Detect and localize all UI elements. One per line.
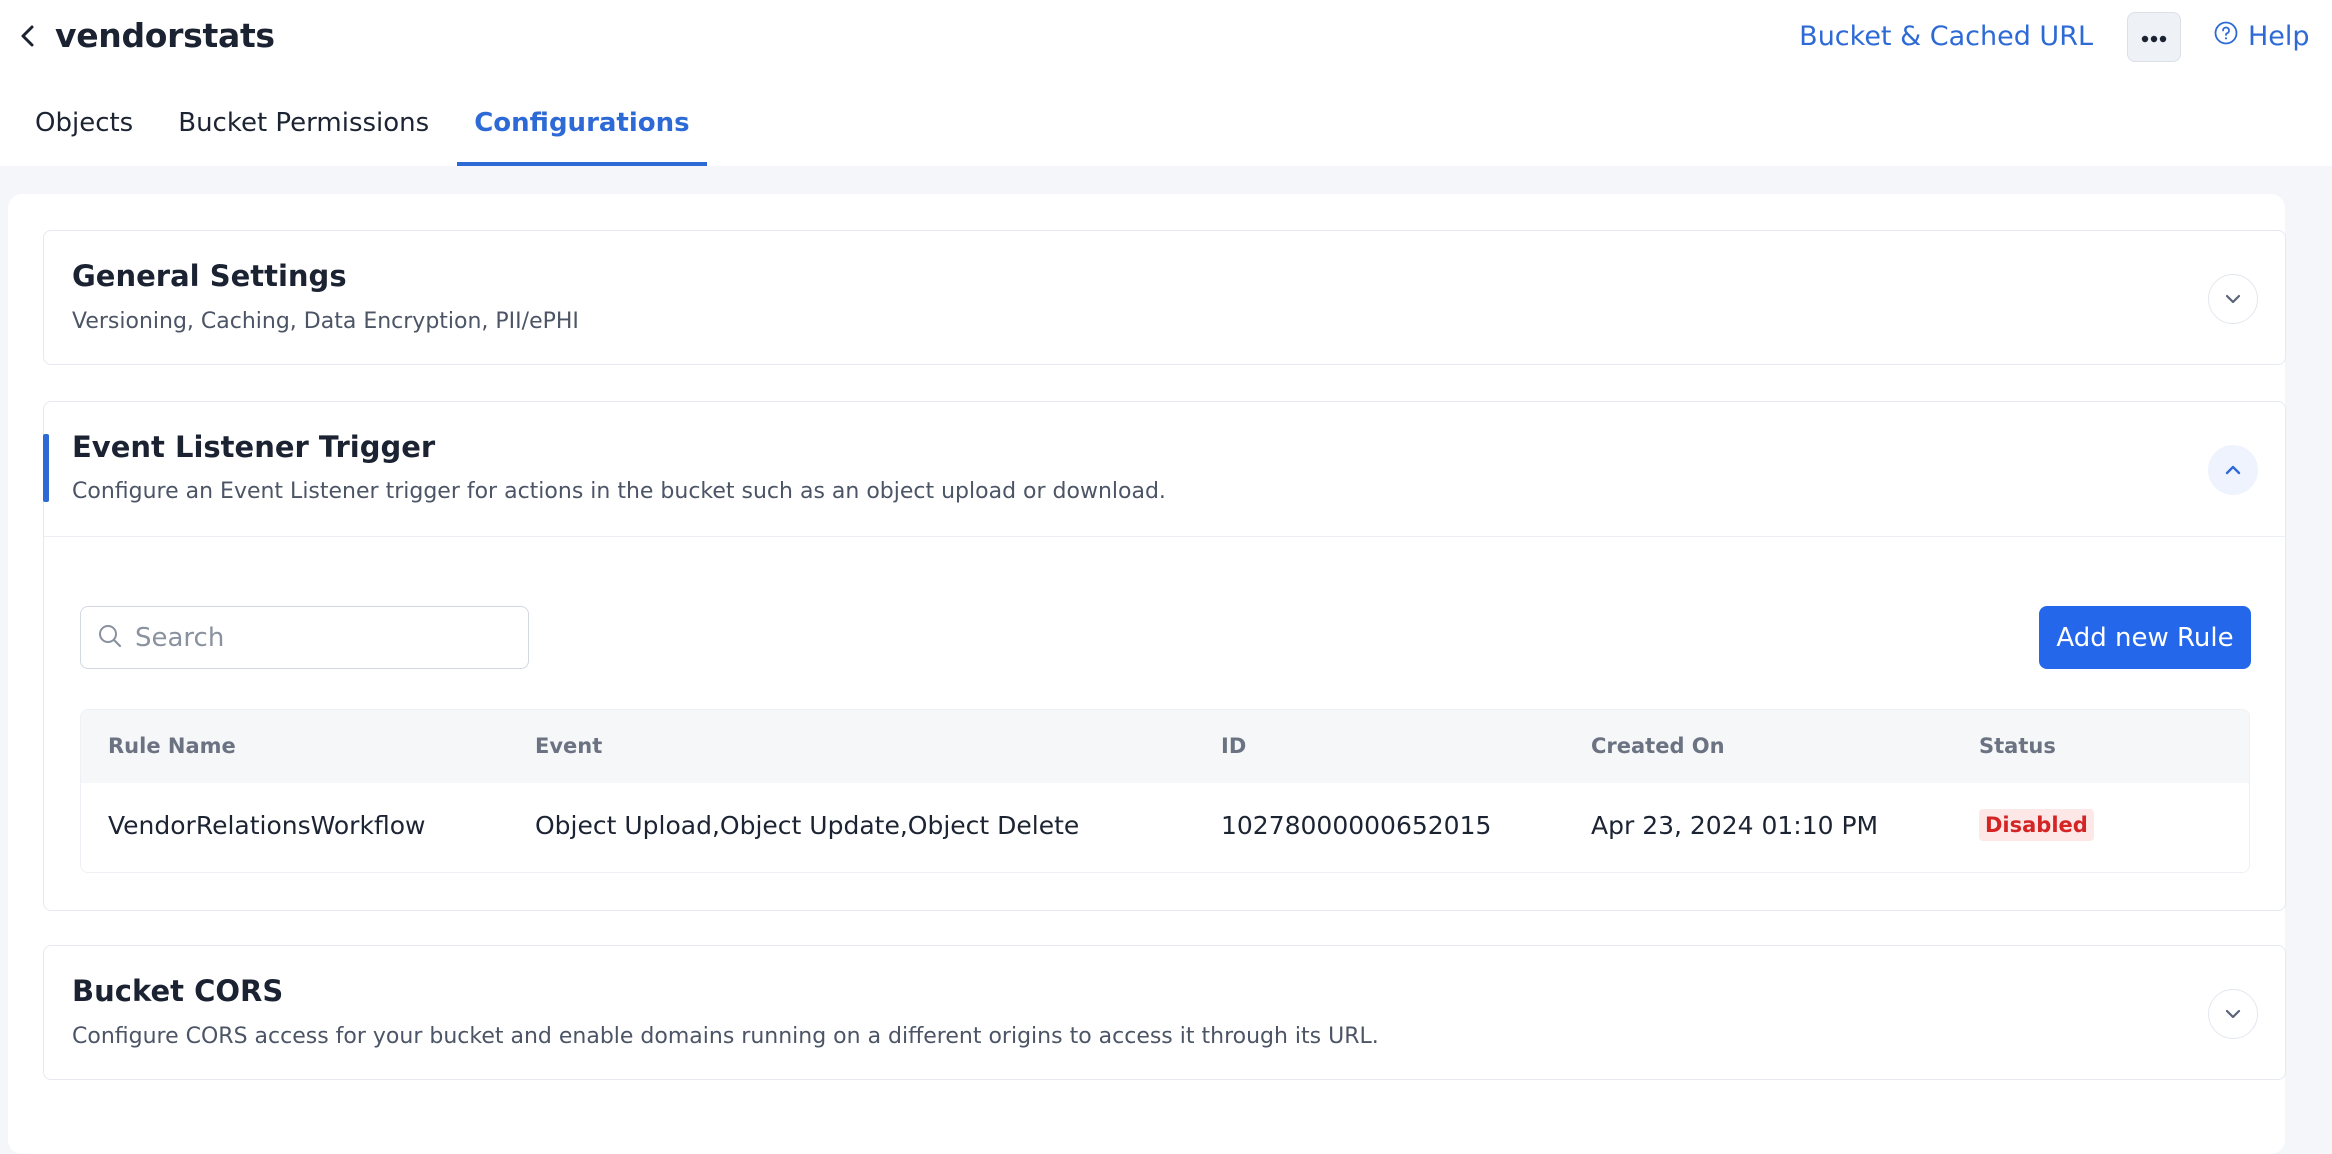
help-circle-icon [2214, 21, 2238, 52]
help-label: Help [2248, 21, 2310, 52]
chevron-down-icon [2224, 1005, 2242, 1024]
expand-bucket-cors-button[interactable] [2208, 989, 2258, 1039]
section-description: Configure an Event Listener trigger for … [72, 479, 1166, 504]
column-header-created-on: Created On [1591, 734, 1725, 758]
status-badge: Disabled [1979, 809, 2094, 841]
search-icon [97, 623, 123, 653]
column-header-id: ID [1221, 734, 1247, 758]
section-description: Versioning, Caching, Data Encryption, PI… [72, 309, 579, 334]
search-input[interactable] [135, 622, 495, 653]
configurations-panel: General Settings Versioning, Caching, Da… [8, 194, 2286, 1154]
section-title: General Settings [72, 259, 347, 293]
tab-configurations[interactable]: Configurations [457, 100, 708, 166]
active-section-indicator [43, 434, 49, 502]
chevron-up-icon [2224, 461, 2242, 480]
bucket-cached-url-link[interactable]: Bucket & Cached URL [1799, 21, 2093, 52]
section-title: Event Listener Trigger [72, 430, 436, 464]
tab-objects[interactable]: Objects [0, 100, 150, 166]
tab-bucket-permissions[interactable]: Bucket Permissions [161, 100, 446, 166]
table-header: Rule Name Event ID Created On Status [81, 710, 2249, 783]
general-settings-section[interactable]: General Settings Versioning, Caching, Da… [43, 230, 2286, 365]
rule-name-cell[interactable]: VendorRelationsWorkflow [108, 811, 425, 840]
id-cell: 10278000000652015 [1221, 811, 1492, 840]
bucket-cors-section[interactable]: Bucket CORS Configure CORS access for yo… [43, 945, 2286, 1080]
rules-table: Rule Name Event ID Created On Status Ven… [80, 709, 2250, 873]
event-cell: Object Upload,Object Update,Object Delet… [535, 811, 1080, 840]
chevron-down-icon [2224, 290, 2242, 309]
help-link[interactable]: Help [2214, 21, 2310, 52]
page-title: vendorstats [55, 16, 275, 55]
more-horizontal-icon [2141, 28, 2167, 47]
event-listener-trigger-section: Event Listener Trigger Configure an Even… [43, 401, 2286, 911]
top-bar: vendorstats Bucket & Cached URL Help Obj… [0, 0, 2332, 166]
column-header-rule-name: Rule Name [108, 734, 236, 758]
collapse-event-listener-button[interactable] [2208, 445, 2258, 495]
rule-search-box[interactable] [80, 606, 529, 669]
tab-bar: Objects Bucket Permissions Configuration… [0, 100, 718, 166]
section-description: Configure CORS access for your bucket an… [72, 1024, 1379, 1049]
expand-general-settings-button[interactable] [2208, 274, 2258, 324]
add-new-rule-button[interactable]: Add new Rule [2039, 606, 2251, 669]
section-divider [44, 536, 2285, 537]
column-header-status: Status [1979, 734, 2056, 758]
column-header-event: Event [535, 734, 603, 758]
back-icon[interactable] [14, 22, 42, 50]
section-title: Bucket CORS [72, 974, 284, 1008]
created-on-cell: Apr 23, 2024 01:10 PM [1591, 811, 1879, 840]
more-options-button[interactable] [2127, 12, 2181, 62]
table-row[interactable]: VendorRelationsWorkflow Object Upload,Ob… [81, 783, 2249, 872]
